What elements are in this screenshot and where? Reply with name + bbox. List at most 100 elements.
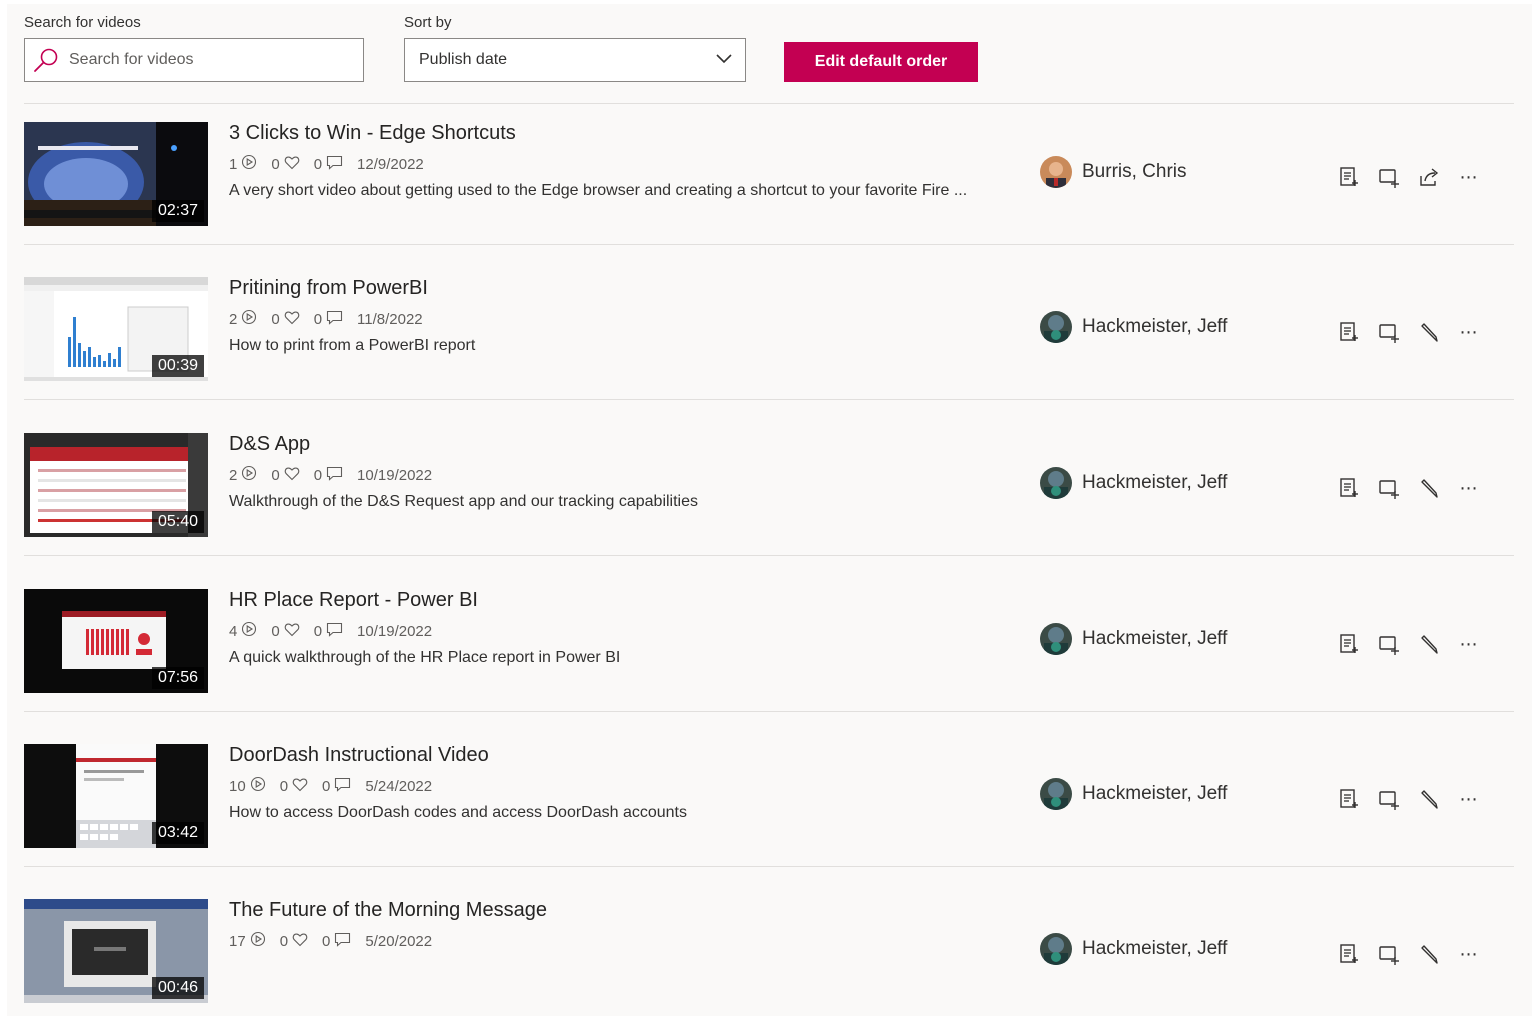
video-duration: 03:42 (151, 822, 204, 844)
video-description: A quick walkthrough of the HR Place repo… (229, 649, 621, 666)
video-stats: 4 0 0 10/19/2022 (229, 621, 446, 641)
video-title[interactable]: Pritining from PowerBI (229, 277, 428, 300)
video-row[interactable]: 02:37 3 Clicks to Win - Edge Shortcuts 1… (24, 122, 1514, 226)
like-icon (280, 466, 300, 485)
like-count: 0 (271, 310, 280, 328)
video-duration: 02:37 (151, 200, 204, 222)
video-thumbnail[interactable]: 07:56 (24, 589, 208, 693)
comment-icon (322, 155, 343, 174)
avatar (1040, 467, 1072, 499)
edit-icon[interactable] (1414, 784, 1444, 814)
video-description: A very short video about getting used to… (229, 182, 968, 199)
like-icon (288, 777, 308, 796)
views-icon (237, 465, 257, 485)
search-input[interactable] (69, 51, 349, 69)
video-title[interactable]: D&S App (229, 433, 310, 456)
comment-count: 0 (313, 466, 323, 484)
edit-icon[interactable] (1414, 629, 1444, 659)
chapters-icon[interactable] (1334, 473, 1364, 503)
chapters-icon[interactable] (1334, 939, 1364, 969)
chapters-icon[interactable] (1334, 784, 1364, 814)
more-icon[interactable]: ⋯ (1454, 629, 1484, 659)
row-divider (24, 555, 1514, 556)
like-count: 0 (271, 466, 280, 484)
more-icon[interactable]: ⋯ (1454, 317, 1484, 347)
video-duration: 00:39 (151, 355, 204, 377)
sort-dropdown[interactable]: Publish date (404, 38, 746, 82)
add-to-playlist-icon[interactable] (1374, 784, 1404, 814)
like-count: 0 (279, 932, 289, 950)
view-count: 2 (229, 466, 238, 484)
more-icon[interactable]: ⋯ (1454, 939, 1484, 969)
share-icon[interactable] (1414, 162, 1444, 192)
sort-label: Sort by (404, 14, 452, 31)
video-row[interactable]: 03:42 DoorDash Instructional Video 10 0 … (24, 744, 1514, 848)
like-icon (280, 310, 300, 329)
chapters-icon[interactable] (1334, 162, 1364, 192)
more-icon[interactable]: ⋯ (1454, 784, 1484, 814)
video-thumbnail[interactable]: 00:46 (24, 899, 208, 1003)
edit-icon[interactable] (1414, 939, 1444, 969)
video-owner[interactable]: Hackmeister, Jeff (1040, 933, 1227, 965)
row-actions: ⋯ (1334, 317, 1494, 347)
video-title[interactable]: DoorDash Instructional Video (229, 744, 489, 767)
more-icon[interactable]: ⋯ (1454, 473, 1484, 503)
view-count: 2 (229, 310, 238, 328)
edit-icon[interactable] (1414, 473, 1444, 503)
video-owner[interactable]: Hackmeister, Jeff (1040, 778, 1227, 810)
video-row[interactable]: 00:39 Pritining from PowerBI 2 0 0 11/8/… (24, 277, 1514, 381)
edit-icon[interactable] (1414, 317, 1444, 347)
chevron-down-icon (715, 51, 733, 69)
chapters-icon[interactable] (1334, 317, 1364, 347)
comment-count: 0 (313, 155, 323, 173)
row-actions: ⋯ (1334, 629, 1494, 659)
video-owner[interactable]: Hackmeister, Jeff (1040, 311, 1227, 343)
add-to-playlist-icon[interactable] (1374, 317, 1404, 347)
avatar (1040, 311, 1072, 343)
publish-date: 5/20/2022 (365, 932, 433, 950)
like-icon (280, 622, 300, 641)
sort-value: Publish date (419, 51, 508, 68)
video-row[interactable]: 05:40 D&S App 2 0 0 10/19/2022 Walkthrou… (24, 433, 1514, 537)
video-owner[interactable]: Burris, Chris (1040, 156, 1187, 188)
video-duration: 05:40 (151, 511, 204, 533)
owner-name: Hackmeister, Jeff (1082, 783, 1228, 804)
comment-icon (330, 932, 351, 951)
add-to-playlist-icon[interactable] (1374, 162, 1404, 192)
video-stats: 2 0 0 11/8/2022 (229, 309, 437, 329)
comment-count: 0 (313, 622, 323, 640)
video-title[interactable]: HR Place Report - Power BI (229, 589, 478, 612)
edit-default-order-button[interactable]: Edit default order (784, 42, 978, 82)
chapters-icon[interactable] (1334, 629, 1364, 659)
search-box[interactable] (24, 38, 364, 82)
publish-date: 10/19/2022 (357, 622, 433, 640)
views-icon (237, 309, 257, 329)
video-title[interactable]: The Future of the Morning Message (229, 899, 547, 922)
more-icon[interactable]: ⋯ (1454, 162, 1484, 192)
video-description: Walkthrough of the D&S Request app and o… (229, 493, 699, 510)
add-to-playlist-icon[interactable] (1374, 473, 1404, 503)
video-thumbnail[interactable]: 02:37 (24, 122, 208, 226)
comment-count: 0 (322, 777, 331, 795)
comment-icon (322, 466, 343, 485)
list-controls: Search for videos Sort by Publish date E… (24, 14, 1514, 86)
views-icon (237, 621, 257, 641)
video-owner[interactable]: Hackmeister, Jeff (1040, 467, 1227, 499)
owner-name: Hackmeister, Jeff (1082, 938, 1228, 959)
video-row[interactable]: 07:56 HR Place Report - Power BI 4 0 0 1… (24, 589, 1514, 693)
views-icon (246, 931, 266, 951)
publish-date: 10/19/2022 (357, 466, 433, 484)
video-thumbnail[interactable]: 05:40 (24, 433, 208, 537)
avatar (1040, 778, 1072, 810)
video-row[interactable]: 00:46 The Future of the Morning Message … (24, 899, 1514, 1003)
view-count: 10 (229, 777, 246, 795)
like-count: 0 (279, 777, 289, 795)
video-stats: 10 0 0 5/24/2022 (229, 776, 446, 796)
video-description: How to access DoorDash codes and access … (229, 804, 687, 821)
add-to-playlist-icon[interactable] (1374, 939, 1404, 969)
video-thumbnail[interactable]: 03:42 (24, 744, 208, 848)
video-title[interactable]: 3 Clicks to Win - Edge Shortcuts (229, 122, 516, 145)
add-to-playlist-icon[interactable] (1374, 629, 1404, 659)
video-owner[interactable]: Hackmeister, Jeff (1040, 623, 1227, 655)
video-thumbnail[interactable]: 00:39 (24, 277, 208, 381)
